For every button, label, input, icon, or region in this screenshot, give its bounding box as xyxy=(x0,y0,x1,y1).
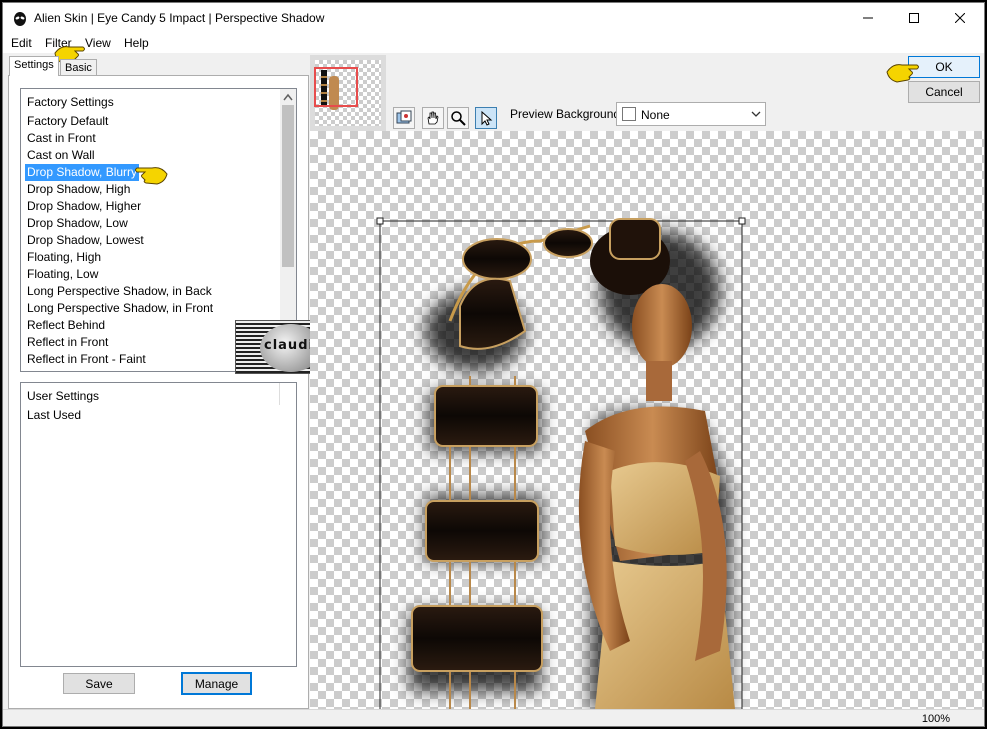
save-button[interactable]: Save xyxy=(63,673,135,694)
maximize-button[interactable] xyxy=(891,3,937,33)
preset-item[interactable]: Drop Shadow, Higher xyxy=(25,198,143,215)
factory-settings-header: Factory Settings xyxy=(27,95,114,109)
menu-bar: Edit Filter View Help xyxy=(3,33,984,64)
menu-view[interactable]: View xyxy=(85,36,111,50)
menu-edit[interactable]: Edit xyxy=(11,36,32,50)
minimize-icon xyxy=(863,17,873,19)
preset-item[interactable]: Drop Shadow, Low xyxy=(25,215,130,232)
preview-background-value: None xyxy=(641,108,670,122)
preview-canvas[interactable] xyxy=(310,131,984,709)
status-bar: 100% xyxy=(3,709,984,726)
preview-background-label: Preview Background: xyxy=(510,107,624,121)
user-settings-header: User Settings xyxy=(27,389,100,403)
settings-panel: Factory Settings Factory Default Cast in… xyxy=(8,75,309,709)
navigator-thumbnail[interactable] xyxy=(310,55,386,131)
user-preset-item[interactable]: Last Used xyxy=(25,407,83,424)
selection-handle[interactable] xyxy=(376,217,384,225)
preview-image xyxy=(376,217,746,709)
preset-item[interactable]: Floating, High xyxy=(25,249,103,266)
arrow-icon xyxy=(481,110,493,126)
preset-item[interactable]: Drop Shadow, Lowest xyxy=(25,232,146,249)
preset-item[interactable]: Floating, Low xyxy=(25,266,100,283)
user-settings-list[interactable]: User Settings Last Used xyxy=(20,382,297,667)
preset-item[interactable]: Factory Default xyxy=(25,113,110,130)
preset-item[interactable]: Long Perspective Shadow, in Back xyxy=(25,283,214,300)
manage-button[interactable]: Manage xyxy=(181,672,252,695)
preset-item[interactable]: Reflect Behind xyxy=(25,317,107,334)
selection-handle[interactable] xyxy=(738,217,746,225)
alien-skin-logo-icon xyxy=(14,12,26,26)
preset-item[interactable]: Cast in Front xyxy=(25,130,98,147)
preview-toggle-button[interactable] xyxy=(393,107,415,129)
scroll-thumb[interactable] xyxy=(282,105,294,267)
viewport-rectangle[interactable] xyxy=(314,67,358,107)
zoom-tool-button[interactable] xyxy=(447,107,469,129)
cancel-button[interactable]: Cancel xyxy=(908,81,980,103)
pointing-hand-icon xyxy=(886,64,919,83)
preset-item[interactable]: Long Perspective Shadow, in Front xyxy=(25,300,215,317)
preview-background-dropdown[interactable]: None xyxy=(616,102,766,126)
preset-item[interactable]: Reflect in Front xyxy=(25,334,110,351)
tab-settings[interactable]: Settings xyxy=(9,56,59,76)
tab-basic[interactable]: Basic xyxy=(60,59,97,76)
zoom-level: 100% xyxy=(921,713,950,725)
hand-icon xyxy=(427,111,439,125)
preset-item[interactable]: Cast on Wall xyxy=(25,147,97,164)
menu-help[interactable]: Help xyxy=(124,36,149,50)
close-button[interactable] xyxy=(937,3,983,33)
chevron-down-icon xyxy=(751,111,761,117)
maximize-icon xyxy=(909,13,919,23)
close-icon xyxy=(955,13,965,23)
preview-toggle-icon xyxy=(396,110,412,124)
hand-tool-button[interactable] xyxy=(422,107,444,129)
window-title: Alien Skin | Eye Candy 5 Impact | Perspe… xyxy=(34,11,325,25)
title-bar: Alien Skin | Eye Candy 5 Impact | Perspe… xyxy=(3,3,984,33)
arrow-tool-button[interactable] xyxy=(475,107,497,129)
minimize-button[interactable] xyxy=(845,3,891,33)
eye-candy-dialog: Alien Skin | Eye Candy 5 Impact | Perspe… xyxy=(2,2,985,727)
pointing-hand-icon xyxy=(135,167,168,185)
color-swatch-icon xyxy=(622,107,636,121)
scrollbar-divider xyxy=(279,383,280,405)
preset-item-selected[interactable]: Drop Shadow, Blurry xyxy=(25,164,140,181)
preset-item[interactable]: Reflect in Front - Faint xyxy=(25,351,148,368)
zoom-icon xyxy=(451,111,466,126)
preset-item[interactable]: Drop Shadow, High xyxy=(25,181,132,198)
scroll-up-icon[interactable] xyxy=(283,93,293,101)
